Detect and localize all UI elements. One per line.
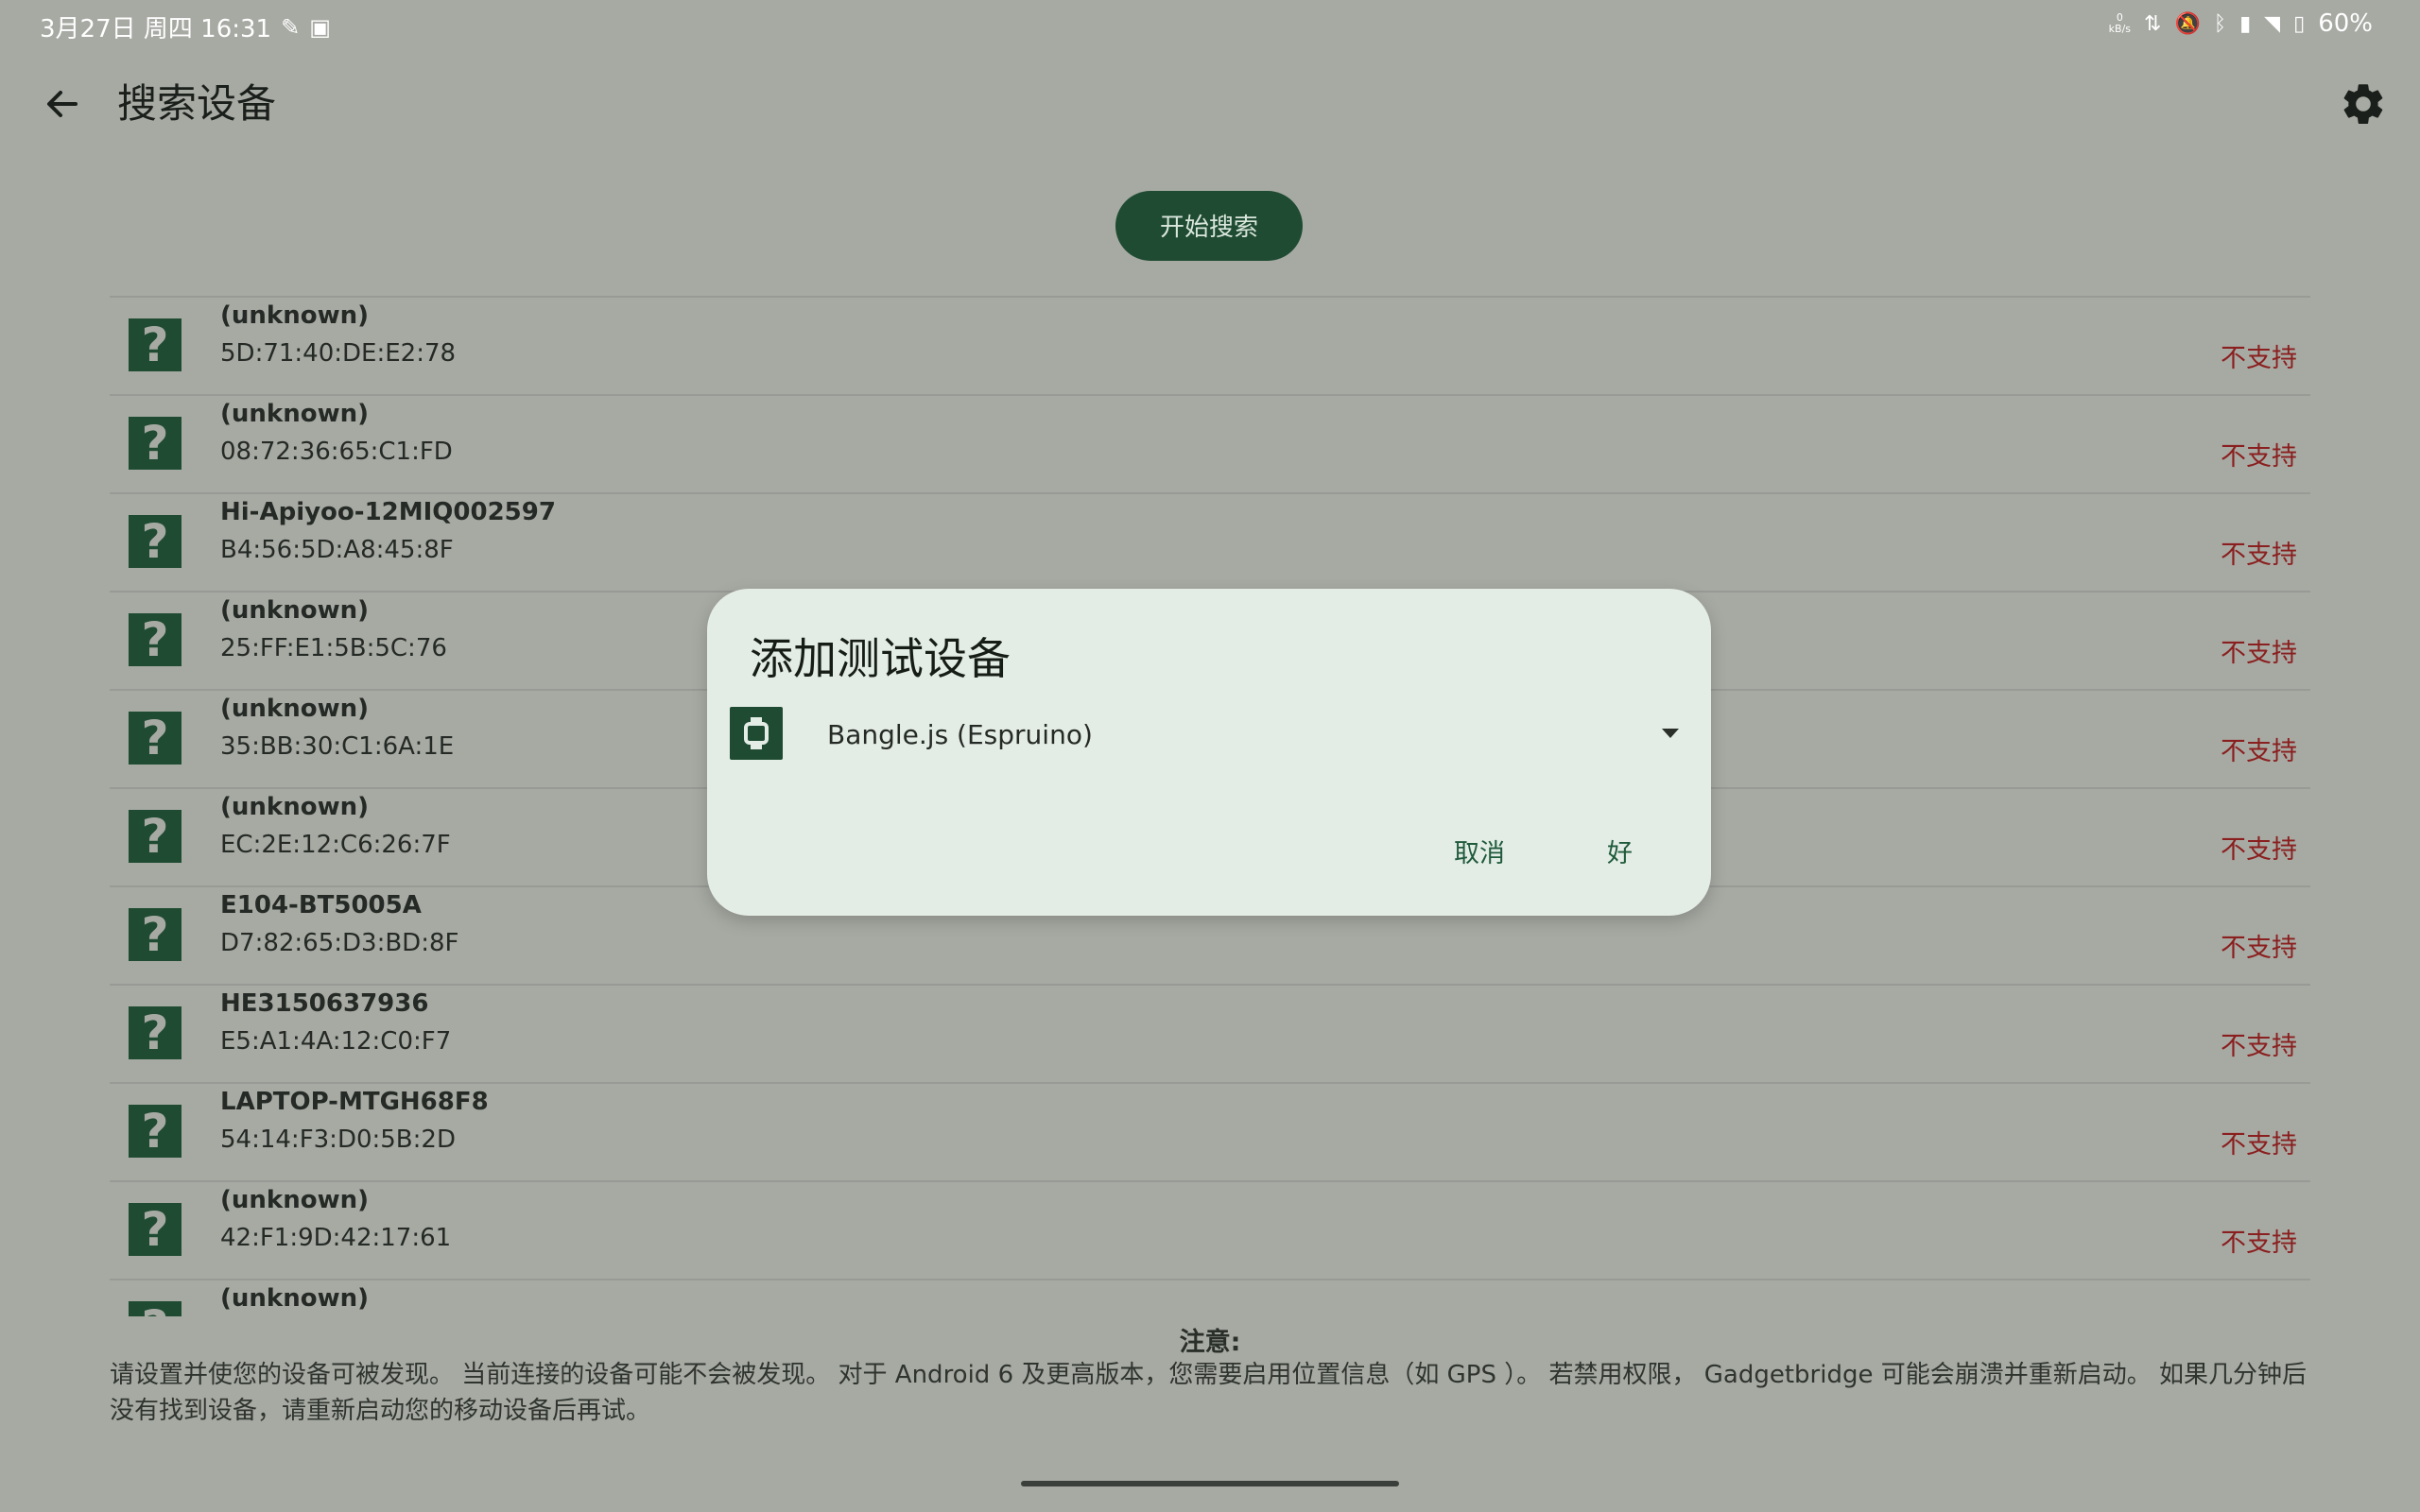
- device-name: (unknown): [220, 1186, 369, 1214]
- battery-icon: ▯: [2293, 11, 2306, 36]
- app-bar: 搜索设备: [0, 57, 2420, 151]
- device-name: Hi-Apiyoo-12MIQ002597: [220, 498, 556, 526]
- device-name: E104-BT5005A: [220, 891, 422, 919]
- device-address: 08:72:36:65:C1:FD: [220, 438, 453, 466]
- unknown-device-icon: ?: [129, 908, 182, 961]
- device-name: (unknown): [220, 695, 369, 723]
- gear-svg: [2343, 84, 2383, 124]
- back-arrow-icon[interactable]: [40, 81, 85, 127]
- bluetooth-icon: ᛒ: [2213, 11, 2227, 36]
- unknown-device-icon: ?: [129, 712, 182, 765]
- note-title: 注意:: [1179, 1328, 1241, 1357]
- device-name: (unknown): [220, 400, 369, 428]
- device-status: 不支持: [2221, 442, 2297, 472]
- unknown-device-icon: ?: [129, 1203, 182, 1256]
- device-address: D7:82:65:D3:BD:8F: [220, 929, 459, 957]
- notification-icon: ✎: [281, 13, 301, 41]
- device-name: HE3150637936: [220, 989, 429, 1018]
- device-row[interactable]: ? HE3150637936 E5:A1:4A:12:C0:F7 不支持: [110, 984, 2310, 1082]
- device-status: 不支持: [2221, 639, 2297, 668]
- unknown-device-icon: ?: [129, 515, 182, 568]
- device-name: (unknown): [220, 1284, 369, 1313]
- back-arrow-svg: [47, 91, 78, 117]
- unknown-device-icon: ?: [129, 1301, 182, 1316]
- navigation-handle[interactable]: [1021, 1481, 1399, 1486]
- device-type-select[interactable]: Bangle.js (Espruino): [827, 719, 1093, 750]
- device-address: B4:56:5D:A8:45:8F: [220, 536, 454, 564]
- net-speed: 0 kB/s: [2109, 12, 2131, 35]
- sim-icon: ▣: [309, 13, 331, 41]
- dropdown-arrow-icon[interactable]: [1662, 729, 1679, 738]
- device-status: 不支持: [2221, 1228, 2297, 1258]
- transfer-icon: ⇅: [2144, 11, 2162, 36]
- cancel-button[interactable]: 取消: [1448, 832, 1511, 870]
- device-address: 35:BB:30:C1:6A:1E: [220, 732, 455, 761]
- status-datetime: 3月27日 周四 16:31: [40, 15, 272, 43]
- device-row[interactable]: ? Hi-Apiyoo-12MIQ002597 B4:56:5D:A8:45:8F 不…: [110, 492, 2310, 591]
- note-text: 请设置并使您的设备可被发现。 当前连接的设备可能不会被发现。 对于 Androi…: [110, 1361, 2308, 1425]
- watch-icon: [730, 707, 783, 760]
- unknown-device-icon: ?: [129, 1006, 182, 1059]
- device-row[interactable]: ? LAPTOP-MTGH68F8 54:14:F3:D0:5B:2D 不支持: [110, 1082, 2310, 1180]
- device-row[interactable]: ? (unknown) 08:72:36:65:C1:FD 不支持: [110, 394, 2310, 492]
- device-status: 不支持: [2221, 1032, 2297, 1061]
- device-address: 42:F1:9D:42:17:61: [220, 1224, 452, 1252]
- device-status: 不支持: [2221, 344, 2297, 373]
- unknown-device-icon: ?: [129, 810, 182, 863]
- status-left: 3月27日 周四 16:31 ✎ ▣: [40, 9, 331, 44]
- mute-icon: 🔕: [2174, 11, 2201, 36]
- device-status: 不支持: [2221, 835, 2297, 865]
- unknown-device-icon: ?: [129, 417, 182, 470]
- device-address: 5D:71:40:DE:E2:78: [220, 339, 457, 368]
- device-row[interactable]: ? (unknown): [110, 1279, 2310, 1316]
- unknown-device-icon: ?: [129, 1105, 182, 1158]
- watch-svg: [744, 717, 769, 749]
- ok-button[interactable]: 好: [1601, 832, 1638, 870]
- device-status: 不支持: [2221, 541, 2297, 570]
- page-title: 搜索设备: [117, 80, 277, 127]
- net-speed-unit: kB/s: [2108, 23, 2132, 35]
- battery-level: 60%: [2318, 9, 2373, 38]
- add-test-device-dialog: 添加测试设备 Bangle.js (Espruino): [707, 589, 1711, 916]
- wifi-icon: ◥: [2264, 11, 2281, 36]
- device-address: E5:A1:4A:12:C0:F7: [220, 1027, 452, 1056]
- device-status: 不支持: [2221, 1130, 2297, 1160]
- unknown-device-icon: ?: [129, 318, 182, 371]
- device-row[interactable]: ? (unknown) 5D:71:40:DE:E2:78 不支持: [110, 296, 2310, 394]
- status-bar: 3月27日 周四 16:31 ✎ ▣ 0 kB/s ⇅ 🔕 ᛒ ▮ ◥ ▯ 60…: [0, 0, 2420, 49]
- device-status: 不支持: [2221, 934, 2297, 963]
- device-name: (unknown): [220, 596, 369, 625]
- start-search-button[interactable]: 开始搜索: [1115, 191, 1303, 261]
- device-status: 不支持: [2221, 737, 2297, 766]
- dialog-title: 添加测试设备: [750, 633, 1011, 684]
- device-name: LAPTOP-MTGH68F8: [220, 1088, 489, 1116]
- signal-icon: ▮: [2239, 11, 2252, 36]
- status-right: 0 kB/s ⇅ 🔕 ᛒ ▮ ◥ ▯ 60%: [2109, 9, 2373, 38]
- device-name: (unknown): [220, 301, 369, 330]
- device-name: (unknown): [220, 793, 369, 821]
- unknown-device-icon: ?: [129, 613, 182, 666]
- device-address: 54:14:F3:D0:5B:2D: [220, 1125, 456, 1154]
- device-address: EC:2E:12:C6:26:7F: [220, 831, 451, 859]
- gear-icon[interactable]: [2339, 79, 2388, 129]
- device-row[interactable]: ? (unknown) 42:F1:9D:42:17:61 不支持: [110, 1180, 2310, 1279]
- device-address: 25:FF:E1:5B:5C:76: [220, 634, 447, 662]
